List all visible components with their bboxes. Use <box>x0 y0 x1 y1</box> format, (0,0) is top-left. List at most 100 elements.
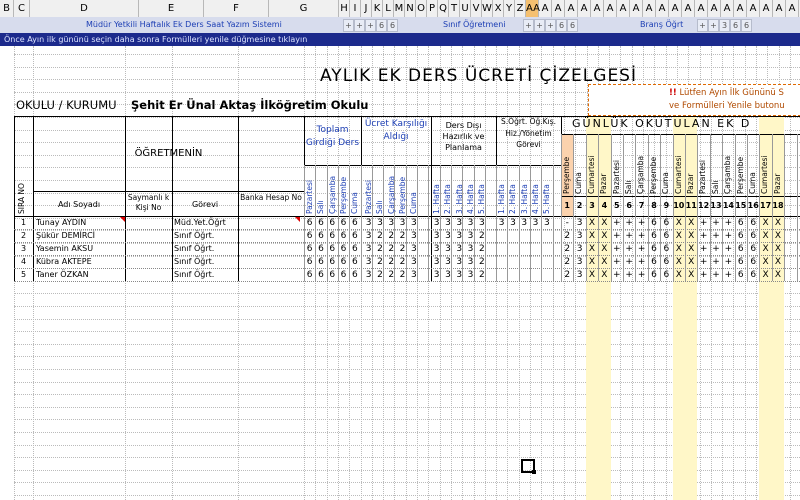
day-cell[interactable]: 2 <box>561 243 573 255</box>
hours-cell[interactable]: 3 <box>408 230 419 242</box>
day-cell[interactable]: + <box>697 269 709 281</box>
hours-cell[interactable]: 3 <box>454 217 465 229</box>
day-cell[interactable]: X <box>685 243 697 255</box>
teacher-name[interactable]: Yasemin AKSU <box>36 243 93 255</box>
day-cell[interactable]: 6 <box>660 256 672 268</box>
day-cell[interactable]: X <box>586 256 598 268</box>
day-cell[interactable]: + <box>623 256 635 268</box>
day-cell[interactable]: 6 <box>648 269 660 281</box>
hours-cell[interactable]: 3 <box>408 217 419 229</box>
hours-cell[interactable]: 3 <box>454 230 465 242</box>
day-cell[interactable]: - <box>561 217 573 229</box>
hours-cell[interactable]: 3 <box>454 256 465 268</box>
hours-cell[interactable]: 3 <box>465 217 476 229</box>
day-cell[interactable]: + <box>722 243 734 255</box>
hours-cell[interactable]: 6 <box>349 256 360 268</box>
hours-cell[interactable]: 6 <box>349 243 360 255</box>
day-cell[interactable]: + <box>635 269 647 281</box>
day-cell[interactable]: 2 <box>561 230 573 242</box>
day-cell[interactable]: 6 <box>648 256 660 268</box>
day-cell[interactable]: + <box>623 243 635 255</box>
hours-cell[interactable]: 6 <box>304 217 315 229</box>
hours-cell[interactable]: 3 <box>386 217 397 229</box>
hours-cell[interactable]: 2 <box>386 243 397 255</box>
hours-cell[interactable]: 3 <box>454 243 465 255</box>
day-cell[interactable]: 3 <box>573 256 585 268</box>
day-cell[interactable]: X <box>759 243 771 255</box>
hours-cell[interactable]: 3 <box>507 217 518 229</box>
day-cell[interactable]: + <box>697 230 709 242</box>
day-cell[interactable]: + <box>635 256 647 268</box>
teacher-role[interactable]: Sınıf Öğrt. <box>174 269 214 281</box>
day-cell[interactable]: 3 <box>573 217 585 229</box>
day-cell[interactable]: 6 <box>648 217 660 229</box>
day-cell[interactable]: X <box>685 217 697 229</box>
hours-cell[interactable]: 6 <box>349 230 360 242</box>
hours-cell[interactable]: 2 <box>397 243 408 255</box>
hours-cell[interactable]: 2 <box>476 256 487 268</box>
hours-cell[interactable]: 6 <box>304 256 315 268</box>
day-cell[interactable]: 6 <box>735 269 747 281</box>
hours-cell[interactable]: 6 <box>338 269 349 281</box>
hours-cell[interactable]: 3 <box>363 217 374 229</box>
day-cell[interactable]: + <box>722 217 734 229</box>
day-cell[interactable]: X <box>586 230 598 242</box>
hours-cell[interactable]: 2 <box>374 256 385 268</box>
day-cell[interactable]: X <box>586 217 598 229</box>
day-cell[interactable]: + <box>635 217 647 229</box>
day-cell[interactable]: 2 <box>561 269 573 281</box>
day-cell[interactable]: + <box>611 269 623 281</box>
teacher-name[interactable]: Taner ÖZKAN <box>36 269 89 281</box>
day-cell[interactable]: X <box>598 243 610 255</box>
day-cell[interactable]: + <box>635 243 647 255</box>
day-cell[interactable]: 3 <box>573 269 585 281</box>
day-cell[interactable]: X <box>598 217 610 229</box>
hours-cell[interactable]: 2 <box>374 243 385 255</box>
hours-cell[interactable]: 6 <box>338 256 349 268</box>
teacher-name[interactable]: Tunay AYDIN <box>36 217 86 229</box>
hours-cell[interactable]: 3 <box>519 217 530 229</box>
hours-cell[interactable]: 2 <box>397 269 408 281</box>
hours-cell[interactable]: 3 <box>363 256 374 268</box>
hours-cell[interactable]: 6 <box>338 243 349 255</box>
day-cell[interactable]: + <box>611 230 623 242</box>
hours-cell[interactable]: 2 <box>476 230 487 242</box>
hours-cell[interactable]: 3 <box>408 243 419 255</box>
day-cell[interactable]: X <box>772 230 784 242</box>
hours-cell[interactable]: 3 <box>530 217 541 229</box>
hours-cell[interactable]: 3 <box>442 243 453 255</box>
teacher-name[interactable]: Kübra AKTEPE <box>36 256 92 268</box>
hours-cell[interactable]: 6 <box>315 243 326 255</box>
hours-cell[interactable]: 2 <box>476 269 487 281</box>
hours-cell[interactable]: 2 <box>397 230 408 242</box>
day-cell[interactable]: 6 <box>747 269 759 281</box>
day-cell[interactable]: X <box>673 243 685 255</box>
hours-cell[interactable]: 6 <box>327 243 338 255</box>
day-cell[interactable]: X <box>772 256 784 268</box>
hours-cell[interactable]: 3 <box>465 243 476 255</box>
day-cell[interactable]: X <box>759 217 771 229</box>
hours-cell[interactable]: 2 <box>374 269 385 281</box>
day-cell[interactable]: 6 <box>735 217 747 229</box>
day-cell[interactable]: X <box>586 243 598 255</box>
hours-cell[interactable]: 3 <box>408 269 419 281</box>
hours-cell[interactable]: 3 <box>431 256 442 268</box>
day-cell[interactable]: + <box>697 256 709 268</box>
day-cell[interactable]: 6 <box>660 217 672 229</box>
hours-cell[interactable]: 6 <box>349 217 360 229</box>
hours-cell[interactable]: 2 <box>386 230 397 242</box>
day-cell[interactable]: + <box>611 256 623 268</box>
day-cell[interactable]: X <box>598 256 610 268</box>
day-cell[interactable]: X <box>598 230 610 242</box>
hours-cell[interactable]: 6 <box>315 217 326 229</box>
hours-cell[interactable]: 2 <box>397 256 408 268</box>
hours-cell[interactable]: 3 <box>431 269 442 281</box>
hours-cell[interactable]: 6 <box>327 269 338 281</box>
day-cell[interactable]: 6 <box>747 256 759 268</box>
day-cell[interactable]: X <box>685 230 697 242</box>
day-cell[interactable]: + <box>710 256 722 268</box>
day-cell[interactable]: 3 <box>573 243 585 255</box>
day-cell[interactable]: X <box>673 230 685 242</box>
day-cell[interactable]: 6 <box>747 230 759 242</box>
teacher-role[interactable]: Sınıf Öğrt. <box>174 230 214 242</box>
